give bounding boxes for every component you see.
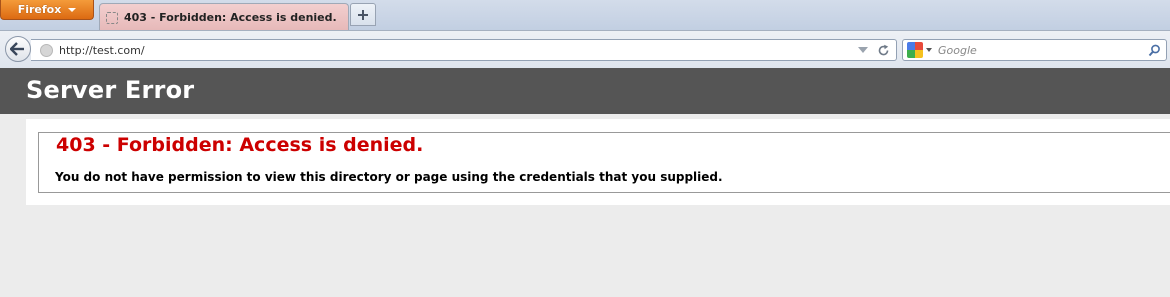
search-bar[interactable]: Google xyxy=(902,39,1167,61)
error-description: You do not have permission to view this … xyxy=(55,170,723,184)
tab-title: 403 - Forbidden: Access is denied. xyxy=(124,11,337,24)
page-viewport: Server Error 403 - Forbidden: Access is … xyxy=(0,68,1170,297)
google-icon[interactable] xyxy=(907,42,923,58)
content-panel: 403 - Forbidden: Access is denied. You d… xyxy=(26,119,1170,205)
address-bar[interactable]: http://test.com/ xyxy=(31,39,897,61)
error-title: 403 - Forbidden: Access is denied. xyxy=(56,134,424,156)
tab-strip: Firefox 403 - Forbidden: Access is denie… xyxy=(0,0,1170,31)
site-identity-icon[interactable] xyxy=(40,43,53,57)
back-arrow-icon xyxy=(10,42,24,56)
favicon-placeholder-icon xyxy=(106,11,118,24)
server-error-header: Server Error xyxy=(0,68,1170,114)
error-box: 403 - Forbidden: Access is denied. You d… xyxy=(38,132,1170,193)
firefox-menu-label: Firefox xyxy=(17,3,62,16)
search-engine-dropdown-icon[interactable] xyxy=(926,48,932,52)
address-url[interactable]: http://test.com/ xyxy=(59,44,858,57)
navigation-toolbar: http://test.com/ Google xyxy=(0,30,1170,68)
reload-icon[interactable] xyxy=(876,43,890,57)
back-button[interactable] xyxy=(5,36,31,62)
new-tab-button[interactable] xyxy=(350,3,376,26)
magnifier-icon[interactable] xyxy=(1146,42,1162,58)
search-placeholder[interactable]: Google xyxy=(938,44,1146,57)
history-dropdown-icon[interactable] xyxy=(858,47,868,53)
firefox-menu-button[interactable]: Firefox xyxy=(0,0,94,20)
page-title: Server Error xyxy=(26,76,195,104)
tab-active[interactable]: 403 - Forbidden: Access is denied. xyxy=(99,3,349,31)
caret-down-icon xyxy=(68,8,77,12)
plus-icon xyxy=(358,9,368,20)
